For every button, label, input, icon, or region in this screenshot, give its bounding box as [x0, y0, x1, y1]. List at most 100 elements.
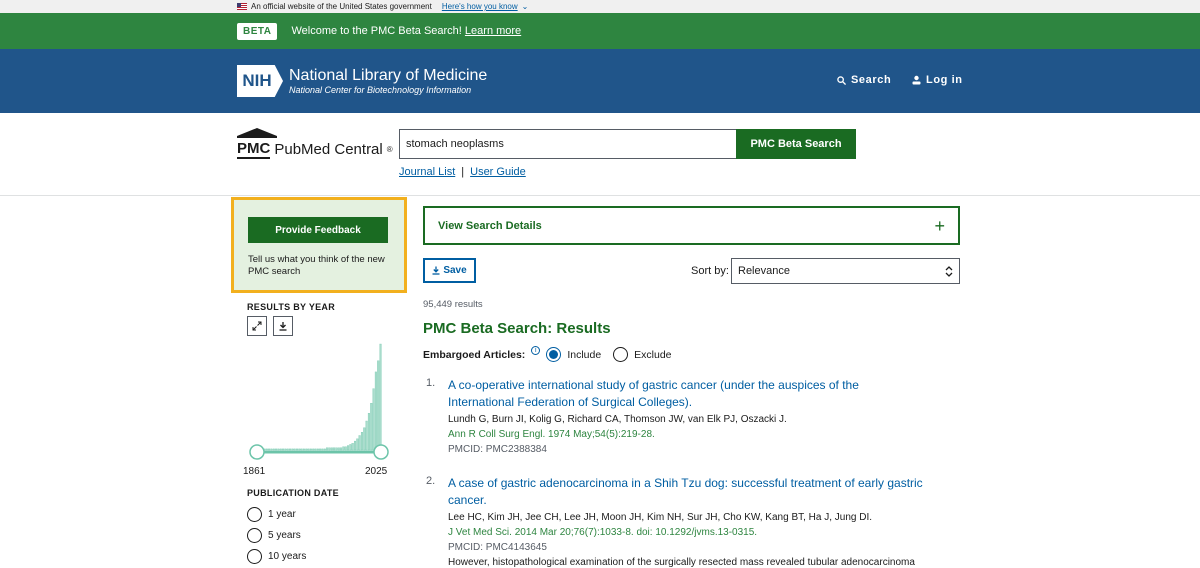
date-option-10-years[interactable]: 10 years [247, 549, 306, 564]
histogram-bar [309, 448, 312, 451]
histogram-bar [337, 447, 340, 451]
pmc-name: PubMed Central [274, 141, 383, 158]
histogram-bar [272, 448, 275, 451]
expand-icon [252, 321, 262, 331]
user-guide-link[interactable]: User Guide [470, 166, 526, 178]
exclude-label: Exclude [634, 348, 672, 361]
list-item: 2. A case of gastric adenocarcinoma in a… [423, 475, 923, 568]
histogram-bar [330, 447, 333, 451]
histogram-bar [268, 448, 271, 451]
result-number: 2. [426, 475, 436, 487]
histogram-bar [354, 440, 357, 451]
download-icon [279, 322, 287, 331]
result-authors: Lee HC, Kim JH, Jee CH, Lee JH, Moon JH,… [448, 512, 873, 523]
provide-feedback-button[interactable]: Provide Feedback [248, 217, 388, 243]
histogram-bar [372, 388, 375, 451]
radio-10-years[interactable] [247, 549, 262, 564]
date-option-1-year[interactable]: 1 year [247, 507, 296, 522]
histogram-bar [307, 448, 310, 451]
ncbi-subtitle: National Center for Biotechnology Inform… [289, 85, 472, 95]
result-pmcid: PMCID: PMC4143645 [448, 542, 547, 553]
embargo-label: Embargoed Articles: [423, 348, 526, 361]
beta-message: Welcome to the PMC Beta Search! [291, 25, 462, 37]
histogram-bar [342, 446, 345, 451]
select-arrows-icon [945, 265, 953, 277]
radio-5-years[interactable] [247, 528, 262, 543]
histogram-bar [365, 420, 368, 451]
result-citation: Ann R Coll Surg Engl. 1974 May;54(5):219… [448, 429, 655, 440]
histogram-bar [289, 448, 292, 451]
radio-1-year[interactable] [247, 507, 262, 522]
radio-exclude[interactable] [613, 347, 629, 362]
info-icon[interactable]: i [531, 346, 541, 355]
histogram-bar [316, 448, 319, 451]
histogram-bar [300, 448, 303, 451]
histogram-bar [363, 427, 366, 451]
list-item: 1. A co-operative international study of… [423, 377, 923, 457]
result-pmcid: PMCID: PMC2388384 [448, 444, 547, 455]
learn-more-link[interactable]: Learn more [465, 25, 521, 37]
result-title-link[interactable]: A co-operative international study of ga… [448, 377, 923, 411]
user-icon [912, 75, 921, 85]
histogram-bar [270, 448, 273, 451]
view-search-details-toggle[interactable]: View Search Details + [423, 206, 960, 245]
beta-tag: BETA [237, 22, 278, 40]
histogram-bar [349, 444, 352, 451]
heres-how-link[interactable]: Here's how you know [442, 0, 518, 13]
publication-date-heading: PUBLICATION DATE [247, 488, 339, 498]
nlm-title: National Library of Medicine [289, 67, 488, 84]
header-search-button[interactable]: Search [837, 74, 891, 86]
histogram-bar [370, 402, 373, 451]
pmc-abbr: PMC [237, 140, 271, 159]
pmc-beta-search-button[interactable]: PMC Beta Search [736, 129, 856, 159]
histogram-bar [275, 448, 278, 451]
link-separator: | [461, 166, 465, 178]
histogram-bar [312, 448, 315, 451]
results-title: PMC Beta Search: Results [423, 320, 611, 337]
expand-chart-button[interactable] [247, 316, 267, 336]
site-header: NIH National Library of Medicine Nationa… [0, 49, 1200, 113]
sort-by-label: Sort by: [691, 265, 729, 277]
results-by-year-heading: RESULTS BY YEAR [247, 302, 336, 312]
save-button[interactable]: Save [423, 258, 476, 283]
date-option-label: 5 years [268, 530, 301, 541]
result-title-link[interactable]: A case of gastric adenocarcinoma in a Sh… [448, 475, 923, 509]
header-search-label: Search [851, 74, 892, 86]
journal-list-link[interactable]: Journal List [399, 166, 455, 178]
histogram-bar [319, 448, 322, 451]
nlm-logo[interactable]: NIH National Library of Medicine Nationa… [237, 65, 487, 97]
histogram-bar [360, 432, 363, 451]
year-end-handle[interactable] [373, 444, 389, 460]
results-count: 95,449 results [423, 299, 483, 310]
histogram-bar [356, 438, 359, 451]
histogram-bar [293, 448, 296, 451]
sort-select[interactable]: Relevance [731, 258, 960, 284]
histogram-bar [302, 448, 305, 451]
login-button[interactable]: Log in [912, 74, 963, 86]
result-authors: Lundh G, Burn JI, Kolig G, Richard CA, T… [448, 414, 787, 425]
histogram-bar [277, 448, 280, 451]
year-start-label: 1861 [243, 466, 266, 477]
histogram-bar [358, 435, 361, 451]
save-label: Save [443, 265, 467, 276]
year-end-label: 2025 [365, 466, 388, 477]
download-chart-button[interactable] [273, 316, 293, 336]
results-by-year-histogram [249, 343, 389, 460]
result-snippet: However, histopathological examination o… [448, 557, 915, 568]
histogram-bar [291, 448, 294, 451]
histogram-bar [323, 448, 326, 451]
year-start-handle[interactable] [249, 444, 265, 460]
chevron-down-icon[interactable]: ⌄ [522, 0, 529, 13]
radio-include[interactable] [546, 347, 562, 362]
histogram-bar [328, 447, 331, 451]
histogram-bar [335, 447, 338, 451]
histogram-bar [351, 443, 354, 451]
pmc-logo[interactable]: PMC PubMed Central ® [237, 128, 393, 159]
gov-banner-text: An official website of the United States… [251, 2, 432, 11]
histogram-bar [377, 360, 380, 451]
sort-value: Relevance [738, 265, 790, 277]
date-option-5-years[interactable]: 5 years [247, 528, 301, 543]
search-icon [837, 75, 846, 85]
histogram-bar [286, 448, 289, 451]
search-input[interactable] [399, 129, 737, 159]
